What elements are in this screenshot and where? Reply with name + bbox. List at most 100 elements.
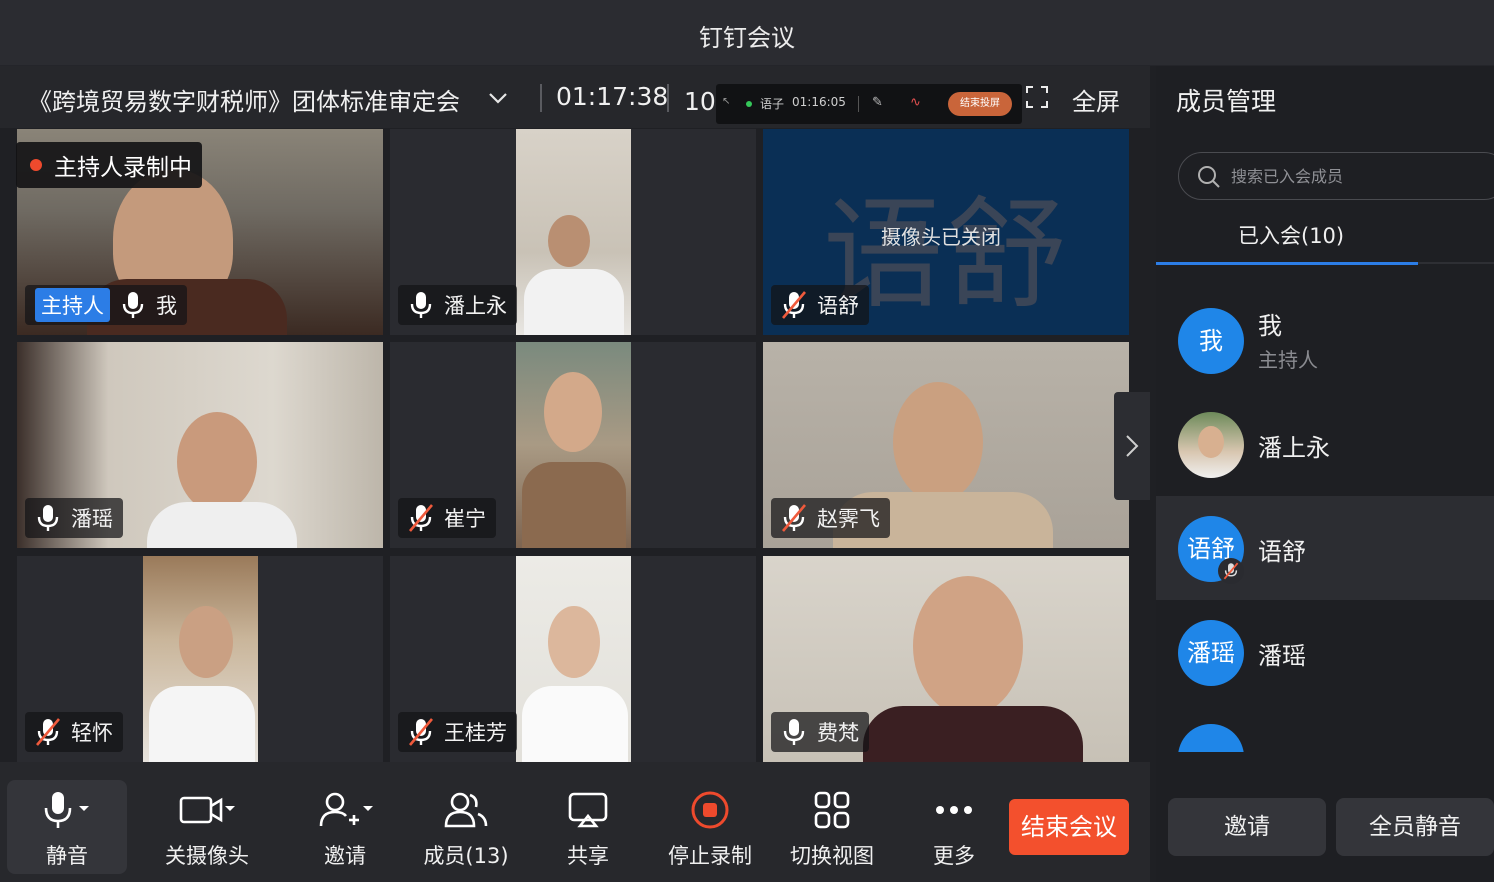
video-camera-icon (179, 796, 235, 824)
video-feed (516, 556, 631, 762)
screen-share-bar: ↖ 语子 01:16:05 ✎ ∿ 结束投屏 (716, 84, 1022, 124)
stop-record-button[interactable]: 停止录制 (650, 780, 770, 874)
person-body (522, 462, 626, 548)
member-role: 主持人 (1258, 348, 1318, 372)
microphone-icon (37, 505, 59, 531)
microphone-icon (783, 719, 805, 745)
meeting-toolbar: 静音 关摄像头 邀请 成员(13) 共享 停止录制 切换视图 更多 结束会议 (0, 762, 1150, 882)
participant-name: 轻怀 (71, 721, 113, 745)
members-button[interactable]: 成员(13) (406, 780, 526, 874)
tile-label: 赵霁飞 (771, 498, 890, 538)
microphone-muted-icon (36, 718, 60, 746)
person-body (524, 269, 624, 335)
member-item[interactable]: 语舒 语舒 (1156, 496, 1494, 600)
participant-name: 潘瑶 (71, 507, 113, 531)
video-tile[interactable]: 王桂芳 (390, 556, 756, 762)
host-badge: 主持人 (35, 288, 110, 322)
member-item[interactable]: 潘瑶 潘瑶 (1156, 600, 1494, 704)
mute-all-button[interactable]: 全员静音 (1336, 798, 1494, 856)
recording-badge: 主持人录制中 (16, 142, 202, 188)
microphone-muted-icon (1223, 562, 1239, 580)
participant-name: 费梵 (817, 721, 859, 745)
invite-label: 邀请 (324, 844, 366, 868)
panel-footer: 邀请 全员静音 (1156, 776, 1494, 882)
panel-invite-button[interactable]: 邀请 (1168, 798, 1326, 856)
switch-view-button[interactable]: 切换视图 (772, 780, 892, 874)
participant-name: 崔宁 (444, 507, 486, 531)
camera-button[interactable]: 关摄像头 (147, 780, 267, 874)
person-body (149, 686, 255, 762)
person-body (147, 502, 297, 548)
person-body (863, 706, 1083, 762)
video-feed (516, 129, 631, 335)
divider (858, 96, 859, 112)
video-tile[interactable]: 崔宁 (390, 342, 756, 548)
next-page-button[interactable] (1114, 392, 1150, 500)
mute-button[interactable]: 静音 (7, 780, 127, 874)
person-figure (893, 382, 983, 502)
avatar-photo (1198, 426, 1224, 458)
tile-label: 王桂芳 (398, 712, 517, 752)
person-figure (544, 372, 602, 452)
stop-casting-button[interactable]: 结束投屏 (948, 92, 1012, 116)
person-figure (179, 606, 233, 678)
collapse-icon[interactable]: ↖ (722, 96, 730, 107)
fullscreen-icon[interactable] (1026, 86, 1048, 108)
person-figure (548, 215, 590, 267)
fullscreen-button[interactable]: 全屏 (1072, 82, 1120, 117)
tab-active-indicator (1156, 262, 1418, 265)
participant-name: 潘上永 (444, 294, 507, 318)
member-panel: 成员管理 已入会(10) 我 我 主持人 潘上永 语舒 (1156, 66, 1494, 882)
member-list: 我 我 主持人 潘上永 语舒 语舒 潘瑶 潘瑶 (1156, 288, 1494, 752)
participant-name: 我 (156, 294, 177, 318)
end-meeting-button[interactable]: 结束会议 (1009, 799, 1129, 855)
member-name: 潘瑶 (1258, 642, 1306, 670)
video-tile[interactable]: 赵霁飞 (763, 342, 1129, 548)
tile-label: 轻怀 (25, 712, 123, 752)
video-feed (516, 342, 631, 548)
tile-label: 潘上永 (398, 285, 517, 325)
meeting-name[interactable]: 《跨境贸易数字财税师》团体标准审定会 (28, 82, 460, 117)
member-item[interactable] (1156, 704, 1494, 752)
person-figure (548, 606, 600, 678)
member-search-input[interactable] (1231, 161, 1491, 191)
microphone-icon (410, 292, 432, 318)
more-label: 更多 (933, 844, 975, 868)
chevron-down-icon[interactable] (486, 86, 510, 110)
live-indicator-icon (746, 101, 752, 107)
video-tile[interactable]: 费梵 (763, 556, 1129, 762)
member-search-box[interactable] (1178, 152, 1494, 200)
record-stop-icon (691, 791, 729, 829)
camera-off-text: 摄像头已关闭 (881, 225, 1001, 249)
audio-wave-icon[interactable]: ∿ (910, 95, 921, 110)
users-icon (444, 792, 488, 828)
tab-joined[interactable]: 已入会(10) (1238, 220, 1344, 250)
member-item[interactable]: 我 我 主持人 (1156, 288, 1494, 392)
person-figure (913, 576, 1023, 716)
mute-label: 静音 (46, 844, 88, 868)
avatar (1178, 412, 1244, 478)
video-tile[interactable]: 语舒 摄像头已关闭 语舒 (763, 129, 1129, 335)
microphone-muted-icon (409, 718, 433, 746)
member-name: 语舒 (1258, 538, 1306, 566)
camera-label: 关摄像头 (165, 844, 249, 868)
more-dots-icon (936, 806, 972, 814)
participant-name: 赵霁飞 (817, 507, 880, 531)
avatar: 我 (1178, 308, 1244, 374)
video-tile[interactable]: 潘上永 (390, 129, 756, 335)
share-button[interactable]: 共享 (528, 780, 648, 874)
video-tile[interactable]: 轻怀 (17, 556, 383, 762)
meeting-window: 钉钉会议 《跨境贸易数字财税师》团体标准审定会 01:17:38 10人在会议中… (0, 0, 1494, 882)
meeting-info-bar: 《跨境贸易数字财税师》团体标准审定会 01:17:38 10人在会议中 ↖ 语子… (0, 66, 1150, 128)
annotate-pen-icon[interactable]: ✎ (872, 95, 883, 110)
microphone-muted-icon (782, 504, 806, 532)
meeting-timer: 01:17:38 (556, 82, 669, 111)
more-button[interactable]: 更多 (894, 780, 1014, 874)
avatar: 潘瑶 (1178, 620, 1244, 686)
member-name: 我 (1258, 312, 1282, 340)
invite-button[interactable]: 邀请 (285, 780, 405, 874)
video-tile[interactable]: 潘瑶 (17, 342, 383, 548)
avatar (1178, 724, 1244, 752)
panel-title: 成员管理 (1176, 87, 1277, 116)
member-item[interactable]: 潘上永 (1156, 392, 1494, 496)
